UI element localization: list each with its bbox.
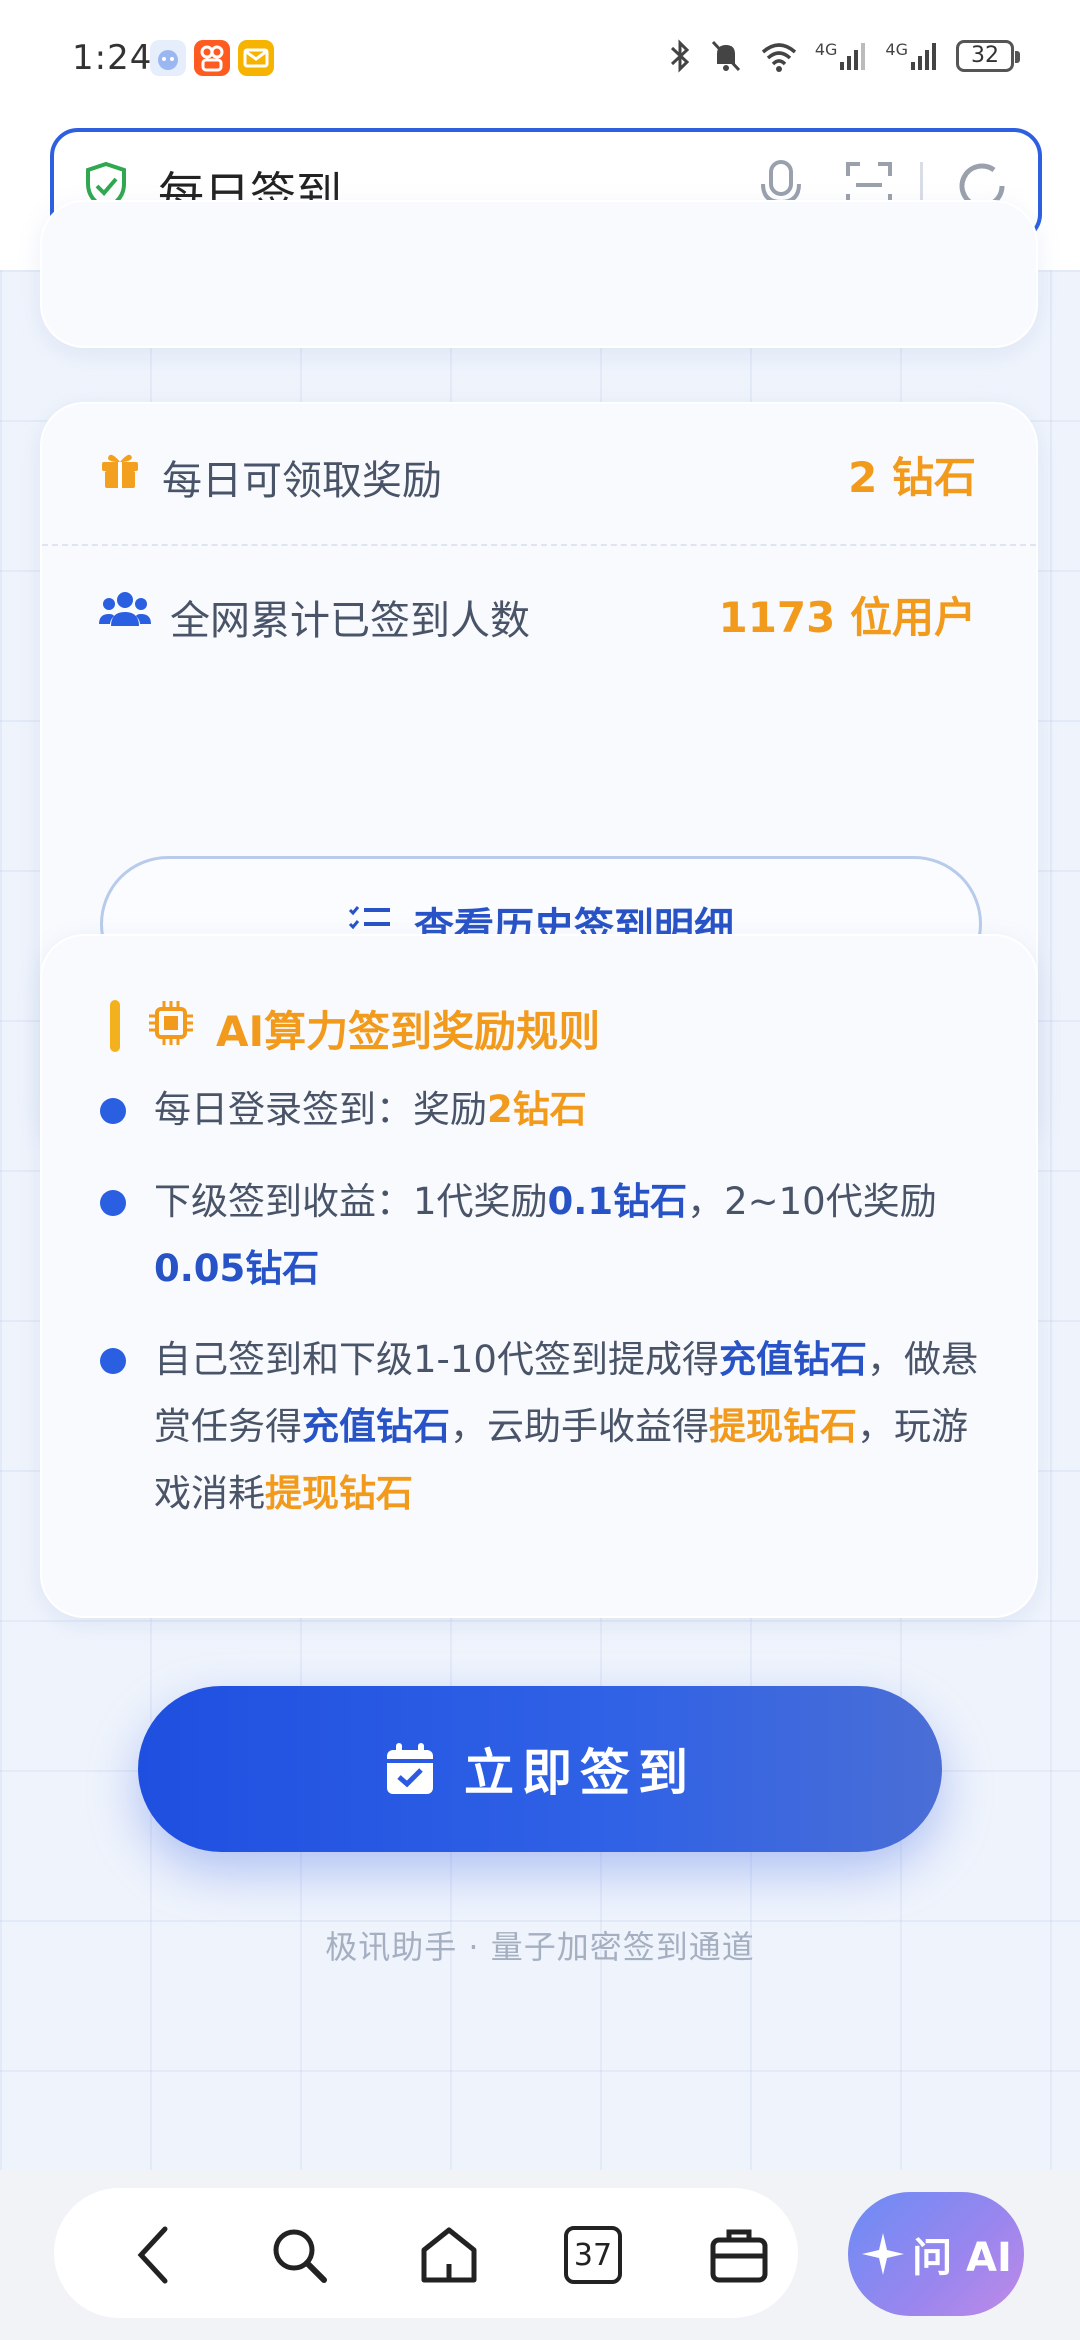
mute-bell-icon xyxy=(711,40,740,72)
rule-item-2: 下级签到收益：1代奖励0.1钻石，2~10代奖励 0.05钻石 xyxy=(154,1168,1002,1302)
rule-bullet xyxy=(100,1190,126,1216)
rule-item-1: 每日登录签到：奖励2钻石 xyxy=(154,1076,1002,1143)
rule-highlight: 2钻石 xyxy=(487,1088,587,1131)
network-type-1: 4G xyxy=(814,40,838,59)
rule-text: ，2~10代奖励 xyxy=(687,1180,937,1223)
kuaishou-app-icon xyxy=(194,40,230,76)
profile-card xyxy=(40,200,1038,348)
total-users-value: 1173 位用户 xyxy=(718,593,976,642)
back-button[interactable] xyxy=(120,2220,190,2290)
notification-icons xyxy=(150,40,274,76)
rule-text: 自己签到和下级1-10代签到提成得 xyxy=(154,1338,719,1381)
ask-ai-button[interactable]: 问 AI xyxy=(848,2192,1024,2316)
users-icon xyxy=(99,592,151,626)
assistant-app-icon xyxy=(150,40,186,76)
rule-text: 下级签到收益：1代奖励 xyxy=(154,1180,548,1223)
tabs-count: 37 xyxy=(573,2237,613,2273)
status-indicators: 4G 4G 32 xyxy=(667,38,1020,74)
battery-indicator: 32 xyxy=(956,40,1020,72)
back-arrow-icon xyxy=(137,2226,168,2284)
total-users-row: 全网累计已签到人数 1173 位用户 xyxy=(42,554,1036,674)
gift-icon xyxy=(102,454,138,488)
sign-in-button[interactable]: 立即签到 xyxy=(138,1686,942,1852)
stats-divider xyxy=(42,544,1036,546)
search-button[interactable] xyxy=(264,2220,334,2290)
rules-card: AI算力签到奖励规则 每日登录签到：奖励2钻石 下级签到收益：1代奖励0.1钻石… xyxy=(40,934,1038,1618)
rule-text: 每日登录签到：奖励 xyxy=(154,1088,487,1131)
sparkle-icon xyxy=(862,2233,905,2275)
ask-ai-label: 问 AI xyxy=(912,2235,1012,2281)
total-users-label: 全网累计已签到人数 xyxy=(170,598,530,644)
footer-text: 极讯助手 · 量子加密签到通道 xyxy=(325,1928,755,1966)
tabs-count-box: 37 xyxy=(564,2226,622,2284)
rule-item-3: 自己签到和下级1-10代签到提成得充值钻石，做悬赏任务得充值钻石，云助手收益得提… xyxy=(154,1326,1002,1527)
rule-highlight: 充值钻石 xyxy=(718,1338,867,1381)
rule-bullet xyxy=(100,1098,126,1124)
rules-title-bar xyxy=(110,1000,120,1052)
signal-bars-icon xyxy=(911,43,936,70)
daily-reward-label: 每日可领取奖励 xyxy=(162,458,442,504)
network-type-2: 4G xyxy=(885,40,908,59)
rule-highlight: 提现钻石 xyxy=(709,1405,857,1448)
chip-icon xyxy=(149,1001,193,1045)
toolbox-button[interactable] xyxy=(704,2220,774,2290)
signal-2: 4G xyxy=(885,40,940,72)
tabs-button[interactable]: 37 xyxy=(558,2220,628,2290)
sign-in-label: 立即签到 xyxy=(464,1744,696,1802)
mail-app-icon xyxy=(238,40,274,76)
rule-bullet xyxy=(100,1348,126,1374)
bluetooth-icon xyxy=(670,39,690,73)
home-icon xyxy=(421,2227,477,2283)
rules-title: AI算力签到奖励规则 xyxy=(216,1007,601,1056)
wifi-icon xyxy=(761,43,796,72)
calendar-check-icon xyxy=(387,1743,433,1794)
rule-highlight: 0.1钻石 xyxy=(547,1180,688,1223)
signal-1: 4G xyxy=(815,40,870,72)
home-button[interactable] xyxy=(414,2220,484,2290)
daily-reward-row: 每日可领取奖励 2 钻石 xyxy=(42,414,1036,534)
status-bar: 1:24 4G 4G 32 xyxy=(0,0,1080,120)
rule-highlight: 提现钻石 xyxy=(265,1472,413,1515)
rule-text: ，云助手收益得 xyxy=(450,1405,709,1448)
rule-highlight: 充值钻石 xyxy=(302,1405,450,1448)
search-icon xyxy=(273,2229,327,2283)
status-time: 1:24 xyxy=(72,38,153,78)
briefcase-icon xyxy=(710,2229,768,2283)
nav-pill: 37 xyxy=(54,2188,798,2318)
daily-reward-value: 2 钻石 xyxy=(848,453,976,502)
signal-bars-icon xyxy=(840,43,866,70)
page-content: 每日可领取奖励 2 钻石 全网累计已签到人数 1173 位用户 查看历史签到明细… xyxy=(0,200,1080,2170)
bottom-navigation: 37 问 AI xyxy=(0,2170,1080,2340)
rule-highlight: 0.05钻石 xyxy=(154,1247,320,1290)
